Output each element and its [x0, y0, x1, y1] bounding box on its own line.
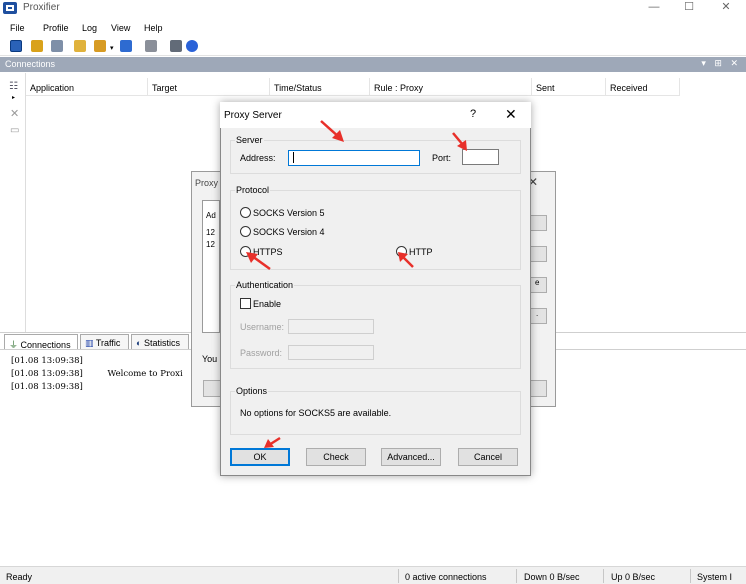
proxies-list-item[interactable]: 12 [206, 240, 215, 249]
close-button[interactable]: ✕ [708, 0, 744, 16]
help-button[interactable]: ? [470, 108, 476, 120]
password-input[interactable] [288, 345, 374, 360]
status-ready: Ready [6, 572, 33, 582]
title-bar [0, 0, 746, 18]
menu-view[interactable]: View [111, 23, 130, 33]
log-time: [01.08 13:09:38] [11, 369, 83, 379]
ok-button[interactable]: OK [230, 448, 290, 466]
log-time: [01.08 13:09:38] [11, 356, 83, 366]
socks4-radio[interactable] [240, 226, 251, 237]
proxies-list-header: Ad [206, 211, 216, 220]
tab-connections[interactable]: ⏚ Connections [4, 334, 78, 350]
username-label: Username: [240, 322, 285, 332]
list-view-icon[interactable]: ☷ [9, 81, 18, 92]
column-received[interactable]: Received [606, 78, 680, 96]
menu-bar: File Profile Log View Help [0, 20, 746, 36]
save-icon[interactable] [94, 40, 106, 52]
printer-icon[interactable] [170, 40, 182, 52]
status-bar: Ready 0 active connections Down 0 B/sec … [0, 566, 746, 584]
close-connection-icon[interactable]: ✕ [10, 107, 19, 120]
profile-icon[interactable] [10, 40, 22, 52]
traffic-chart-icon: ▥ [85, 338, 94, 348]
socks4-label[interactable]: SOCKS Version 4 [253, 227, 325, 237]
enable-auth-label[interactable]: Enable [253, 299, 281, 309]
connections-sidebar: ☷ ▸ ✕ ▭ [0, 73, 26, 345]
authentication-group-label: Authentication [235, 280, 295, 290]
menu-file[interactable]: File [10, 23, 25, 33]
proxies-icon[interactable] [31, 40, 43, 52]
column-time-status[interactable]: Time/Status [270, 78, 370, 96]
status-active-connections: 0 active connections [405, 572, 487, 582]
connections-pane-header [0, 57, 746, 72]
window-title: Proxifier [23, 2, 60, 13]
options-group-label: Options [235, 386, 269, 396]
socks5-label[interactable]: SOCKS Version 5 [253, 208, 325, 218]
advanced-button[interactable]: Advanced... [381, 448, 441, 466]
annotation-arrow-icon [246, 252, 271, 271]
column-sent[interactable]: Sent [532, 78, 606, 96]
address-label: Address: [240, 153, 276, 163]
minimize-button[interactable]: — [636, 0, 672, 16]
details-icon[interactable]: ▭ [10, 125, 19, 136]
column-application[interactable]: Application [26, 78, 148, 96]
export-icon[interactable] [120, 40, 132, 52]
protocol-group-label: Protocol [235, 185, 271, 195]
proxies-list-item[interactable]: 12 [206, 228, 215, 237]
options-text: No options for SOCKS5 are available. [240, 408, 392, 418]
server-group-label: Server [235, 135, 264, 145]
maximize-button[interactable]: ☐ [671, 0, 707, 16]
column-rule-proxy[interactable]: Rule : Proxy [370, 78, 532, 96]
open-icon[interactable] [74, 40, 86, 52]
expand-arrow-icon[interactable]: ▸ [12, 94, 15, 101]
dialog-close-button[interactable]: ✕ [505, 106, 517, 123]
tab-traffic[interactable]: ▥ Traffic [80, 334, 129, 350]
menu-log[interactable]: Log [82, 23, 97, 33]
address-input[interactable] [288, 150, 420, 166]
help-icon[interactable] [186, 40, 198, 52]
check-button[interactable]: Check [306, 448, 366, 466]
proxies-footer-text: You [202, 354, 218, 364]
log-line: [01.08 13:09:38] [11, 356, 105, 366]
connections-column-header: Application Target Time/Status Rule : Pr… [26, 78, 680, 96]
tab-statistics-label: Statistics [143, 338, 180, 348]
status-upload-rate: Up 0 B/sec [611, 572, 656, 582]
socks5-radio[interactable] [240, 207, 251, 218]
log-line: [01.08 13:09:38] [11, 382, 105, 392]
tab-traffic-label: Traffic [95, 338, 121, 348]
proxies-dialog-title: Proxy [195, 178, 219, 188]
status-divider [603, 569, 604, 583]
log-line: [01.08 13:09:38] Welcome to Proxi [11, 369, 183, 379]
annotation-arrow-icon [264, 436, 281, 448]
proxies-footer-button[interactable] [203, 380, 221, 397]
text-caret [293, 152, 294, 163]
status-divider [398, 569, 399, 583]
rules-icon[interactable] [51, 40, 63, 52]
tab-statistics[interactable]: ◐ Statistics [131, 334, 189, 350]
log-time: [01.08 13:09:38] [11, 382, 83, 392]
status-divider [516, 569, 517, 583]
column-target[interactable]: Target [148, 78, 270, 96]
menu-help[interactable]: Help [144, 23, 163, 33]
annotation-arrow-icon [398, 252, 414, 268]
proxifier-app-icon [3, 2, 17, 14]
cancel-button[interactable]: Cancel [458, 448, 518, 466]
print-icon[interactable] [145, 40, 157, 52]
enable-auth-checkbox[interactable] [240, 298, 251, 309]
status-system: System I [697, 572, 733, 582]
toolbar: ▾ [0, 36, 746, 56]
log-message: Welcome to Proxi [107, 369, 183, 379]
annotation-arrow-icon [452, 132, 467, 151]
password-label: Password: [240, 348, 283, 358]
status-divider [690, 569, 691, 583]
pane-controls[interactable]: ▾ ⊞ ✕ [701, 58, 741, 69]
username-input[interactable] [288, 319, 374, 334]
menu-profile[interactable]: Profile [43, 23, 69, 33]
annotation-arrow-icon [320, 120, 344, 142]
proxy-server-title: Proxy Server [224, 110, 282, 121]
dropdown-icon[interactable]: ▾ [110, 44, 116, 56]
connections-pane-title: Connections [5, 59, 56, 69]
status-download-rate: Down 0 B/sec [524, 572, 580, 582]
statistics-icon: ◐ [136, 338, 142, 348]
port-label: Port: [432, 153, 452, 163]
